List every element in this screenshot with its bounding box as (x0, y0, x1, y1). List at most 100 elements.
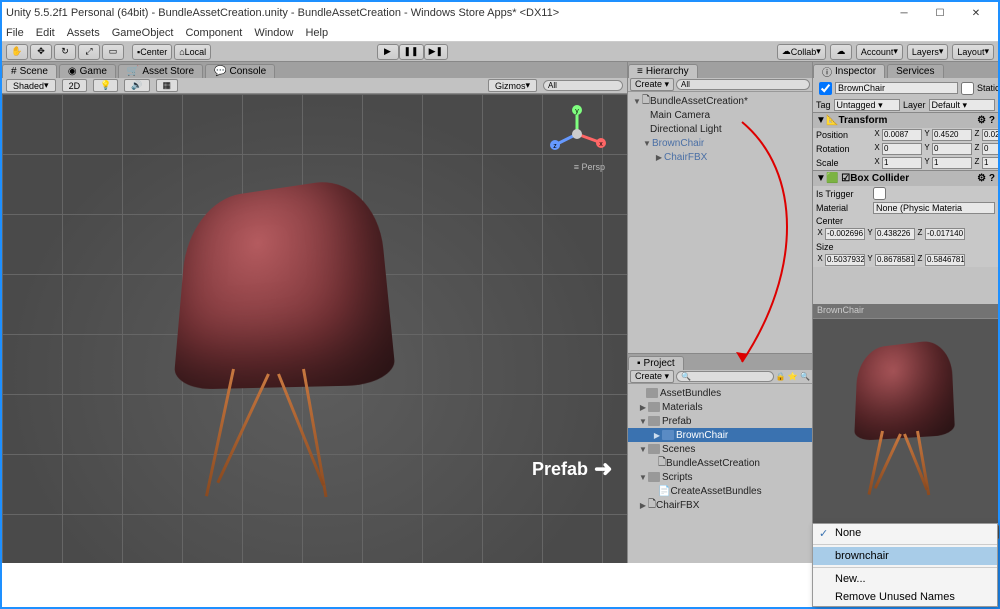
static-label: Static (977, 83, 998, 93)
scene-tabstrip: # Scene ◉ Game 🛒 Asset Store 💬 Console (2, 62, 627, 78)
pause-button[interactable]: ❚❚ (399, 44, 424, 60)
menu-new[interactable]: New... (813, 570, 997, 588)
proj-prefab-folder[interactable]: ▼Prefab (628, 414, 812, 428)
menu-edit[interactable]: Edit (36, 27, 55, 39)
project-create[interactable]: Create ▾ (630, 370, 674, 383)
siz-x[interactable]: 0.5037932 (825, 254, 865, 266)
tab-project[interactable]: ▪ Project (628, 356, 684, 370)
tab-inspector[interactable]: ⓘ Inspector (813, 64, 885, 78)
tool-rect[interactable]: ▭ (102, 44, 124, 60)
hierarchy-create[interactable]: Create ▾ (630, 78, 674, 91)
center-label: Center (816, 216, 870, 226)
pos-x[interactable]: 0.0087 (882, 129, 922, 141)
layers-dropdown[interactable]: Layers ▾ (907, 44, 949, 60)
tab-game[interactable]: ◉ Game (59, 64, 116, 78)
pos-z[interactable]: 0.0298 (982, 129, 998, 141)
proj-bac-scene[interactable]: 🗋 BundleAssetCreation (628, 456, 812, 470)
hierarchy-scene-row[interactable]: ▼🗋 BundleAssetCreation* (628, 94, 812, 108)
ctr-y[interactable]: 0.438226 (875, 228, 915, 240)
menu-assets[interactable]: Assets (67, 27, 100, 39)
gameobject-name[interactable] (835, 82, 958, 94)
tool-rotate[interactable]: ↻ (54, 44, 76, 60)
proj-materials[interactable]: ▶Materials (628, 400, 812, 414)
orientation-gizmo[interactable]: y x z (547, 104, 607, 164)
menu-none[interactable]: None (813, 524, 997, 542)
persp-label: ≡ Persp (574, 162, 605, 172)
menu-gameobject[interactable]: GameObject (112, 27, 174, 39)
tool-hand[interactable]: ✋ (6, 44, 28, 60)
menu-window[interactable]: Window (254, 27, 293, 39)
hierarchy-dirlight[interactable]: Directional Light (628, 122, 812, 136)
proj-chairfbx[interactable]: ▶🗋 ChairFBX (628, 498, 812, 512)
tab-scene[interactable]: # Scene (2, 64, 57, 78)
position-label: Position (816, 130, 870, 140)
boxcollider-header[interactable]: ▼🟩 ☑ Box Collider⚙ ? (813, 171, 998, 186)
tab-hierarchy[interactable]: ≡ Hierarchy (628, 64, 698, 78)
menu-help[interactable]: Help (305, 27, 328, 39)
light-toggle[interactable]: 💡 (93, 79, 118, 92)
fx-toggle[interactable]: ▦ (156, 79, 179, 92)
istrigger-label: Is Trigger (816, 189, 870, 199)
hierarchy-tree[interactable]: ▼🗋 BundleAssetCreation* Main Camera Dire… (628, 92, 812, 353)
pos-y[interactable]: 0.4520 (932, 129, 972, 141)
gizmos-dropdown[interactable]: Gizmos ▾ (488, 79, 537, 92)
proj-scenes[interactable]: ▼Scenes (628, 442, 812, 456)
maximize-button[interactable]: ☐ (922, 2, 958, 24)
physmat-field[interactable]: None (Physic Materia (873, 202, 995, 214)
tool-scale[interactable]: ⤢ (78, 44, 100, 60)
rot-y[interactable]: 0 (932, 143, 972, 155)
project-search[interactable]: 🔍 (676, 371, 774, 382)
rot-z[interactable]: 0 (982, 143, 998, 155)
tag-dropdown[interactable]: Untagged ▾ (834, 99, 900, 111)
collab-dropdown[interactable]: ☁ Collab ▾ (777, 44, 826, 60)
audio-toggle[interactable]: 🔊 (124, 79, 149, 92)
siz-y[interactable]: 0.8678581 (875, 254, 915, 266)
cloud-button[interactable]: ☁ (830, 44, 852, 60)
pivot-local[interactable]: ⌂ Local (174, 44, 211, 60)
main-toolbar: ✋ ✥ ↻ ⤢ ▭ ▪ Center ⌂ Local ▶ ❚❚ ▶❚ ☁ Col… (2, 42, 998, 62)
window-title: Unity 5.5.2f1 Personal (64bit) - BundleA… (6, 7, 886, 19)
material-label: Material (816, 203, 870, 213)
hierarchy-maincamera[interactable]: Main Camera (628, 108, 812, 122)
scl-z[interactable]: 1 (982, 157, 998, 169)
step-button[interactable]: ▶❚ (424, 44, 448, 60)
tab-console[interactable]: 💬 Console (205, 64, 275, 78)
layer-dropdown[interactable]: Default ▾ (929, 99, 995, 111)
project-tree[interactable]: AssetBundles ▶Materials ▼Prefab ▶BrownCh… (628, 384, 812, 563)
proj-brownchair-prefab[interactable]: ▶BrownChair (628, 428, 812, 442)
hierarchy-search[interactable]: All (676, 79, 810, 90)
istrigger-check[interactable] (873, 187, 886, 200)
gameobject-active[interactable] (819, 82, 832, 95)
scl-x[interactable]: 1 (882, 157, 922, 169)
tool-move[interactable]: ✥ (30, 44, 52, 60)
rot-x[interactable]: 0 (882, 143, 922, 155)
siz-z[interactable]: 0.5846781 (925, 254, 965, 266)
2d-toggle[interactable]: 2D (62, 79, 88, 92)
hierarchy-brownchair[interactable]: ▼BrownChair (628, 136, 812, 150)
proj-assetbundles[interactable]: AssetBundles (628, 386, 812, 400)
pivot-center[interactable]: ▪ Center (132, 44, 172, 60)
layout-dropdown[interactable]: Layout ▾ (952, 44, 994, 60)
tab-assetstore[interactable]: 🛒 Asset Store (118, 64, 203, 78)
svg-text:y: y (575, 108, 579, 115)
menu-brownchair[interactable]: brownchair (813, 547, 997, 565)
transform-header[interactable]: ▼📐 Transform⚙ ? (813, 113, 998, 128)
close-button[interactable]: ✕ (958, 2, 994, 24)
play-button[interactable]: ▶ (377, 44, 399, 60)
scale-label: Scale (816, 158, 870, 168)
ctr-z[interactable]: -0.017140 (925, 228, 965, 240)
ctr-x[interactable]: -0.002696 (825, 228, 865, 240)
tab-services[interactable]: Services (887, 64, 943, 78)
static-checkbox[interactable] (961, 82, 974, 95)
scl-y[interactable]: 1 (932, 157, 972, 169)
minimize-button[interactable]: ─ (886, 2, 922, 24)
menu-remove-unused[interactable]: Remove Unused Names (813, 588, 997, 606)
shading-mode[interactable]: Shaded ▾ (6, 79, 56, 92)
menu-file[interactable]: File (6, 27, 24, 39)
proj-scripts[interactable]: ▼Scripts (628, 470, 812, 484)
hierarchy-chairfbx[interactable]: ▶ChairFBX (628, 150, 812, 164)
scene-viewport[interactable]: y x z ≡ Persp Prefab➜ (2, 94, 627, 563)
account-dropdown[interactable]: Account ▾ (856, 44, 903, 60)
menu-component[interactable]: Component (185, 27, 242, 39)
scene-search[interactable]: All (543, 80, 623, 91)
